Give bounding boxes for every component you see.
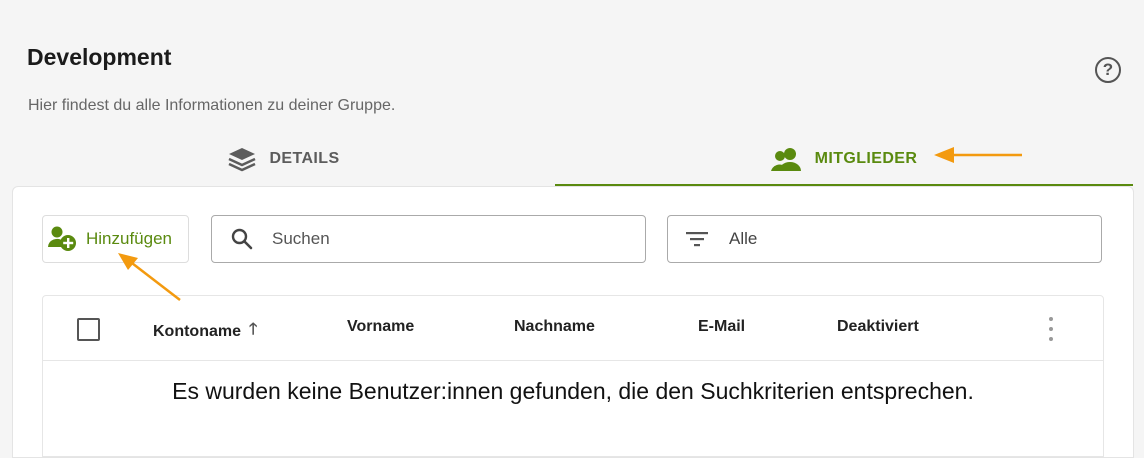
select-all-checkbox[interactable] <box>77 318 100 341</box>
status-filter-select[interactable]: Alle <box>667 215 1102 263</box>
page-subtitle: Hier findest du alle Informationen zu de… <box>28 97 396 114</box>
tab-details-label: DETAILS <box>269 149 340 167</box>
tab-members[interactable]: MITGLIEDER <box>555 133 1133 186</box>
search-field <box>211 215 646 263</box>
page-title: Development <box>27 44 172 70</box>
add-member-button[interactable]: Hinzufügen <box>42 215 189 263</box>
sort-ascending-icon: 🡑 <box>249 321 258 338</box>
empty-state-message: Es wurden keine Benutzer:innen gefunden,… <box>172 378 974 404</box>
tab-details[interactable]: DETAILS <box>12 133 555 184</box>
tab-members-label: MITGLIEDER <box>814 149 918 167</box>
column-header-kontoname[interactable]: Kontoname 🡑 <box>153 318 257 345</box>
table-header: Kontoname 🡑 Vorname Nachname E-Mail Deak… <box>43 296 1103 361</box>
column-header-vorname[interactable]: Vorname <box>347 318 414 336</box>
column-header-nachname[interactable]: Nachname <box>514 318 595 336</box>
status-filter-value: Alle <box>729 229 758 248</box>
users-icon <box>770 147 801 171</box>
column-header-deaktiviert[interactable]: Deaktiviert <box>837 318 919 336</box>
members-table: Kontoname 🡑 Vorname Nachname E-Mail Deak… <box>42 295 1104 457</box>
filter-icon <box>686 232 708 247</box>
add-member-label: Hinzufügen <box>86 229 173 248</box>
tab-bar: DETAILS MITGLIEDER <box>12 133 1133 186</box>
add-user-icon <box>48 226 76 251</box>
column-label-kontoname: Kontoname <box>153 322 241 340</box>
layers-icon <box>228 147 257 171</box>
help-icon[interactable]: ? <box>1095 57 1121 83</box>
search-icon <box>231 228 253 250</box>
column-header-email[interactable]: E-Mail <box>698 318 745 336</box>
search-input[interactable] <box>270 228 634 250</box>
more-options-icon[interactable] <box>1043 317 1059 341</box>
